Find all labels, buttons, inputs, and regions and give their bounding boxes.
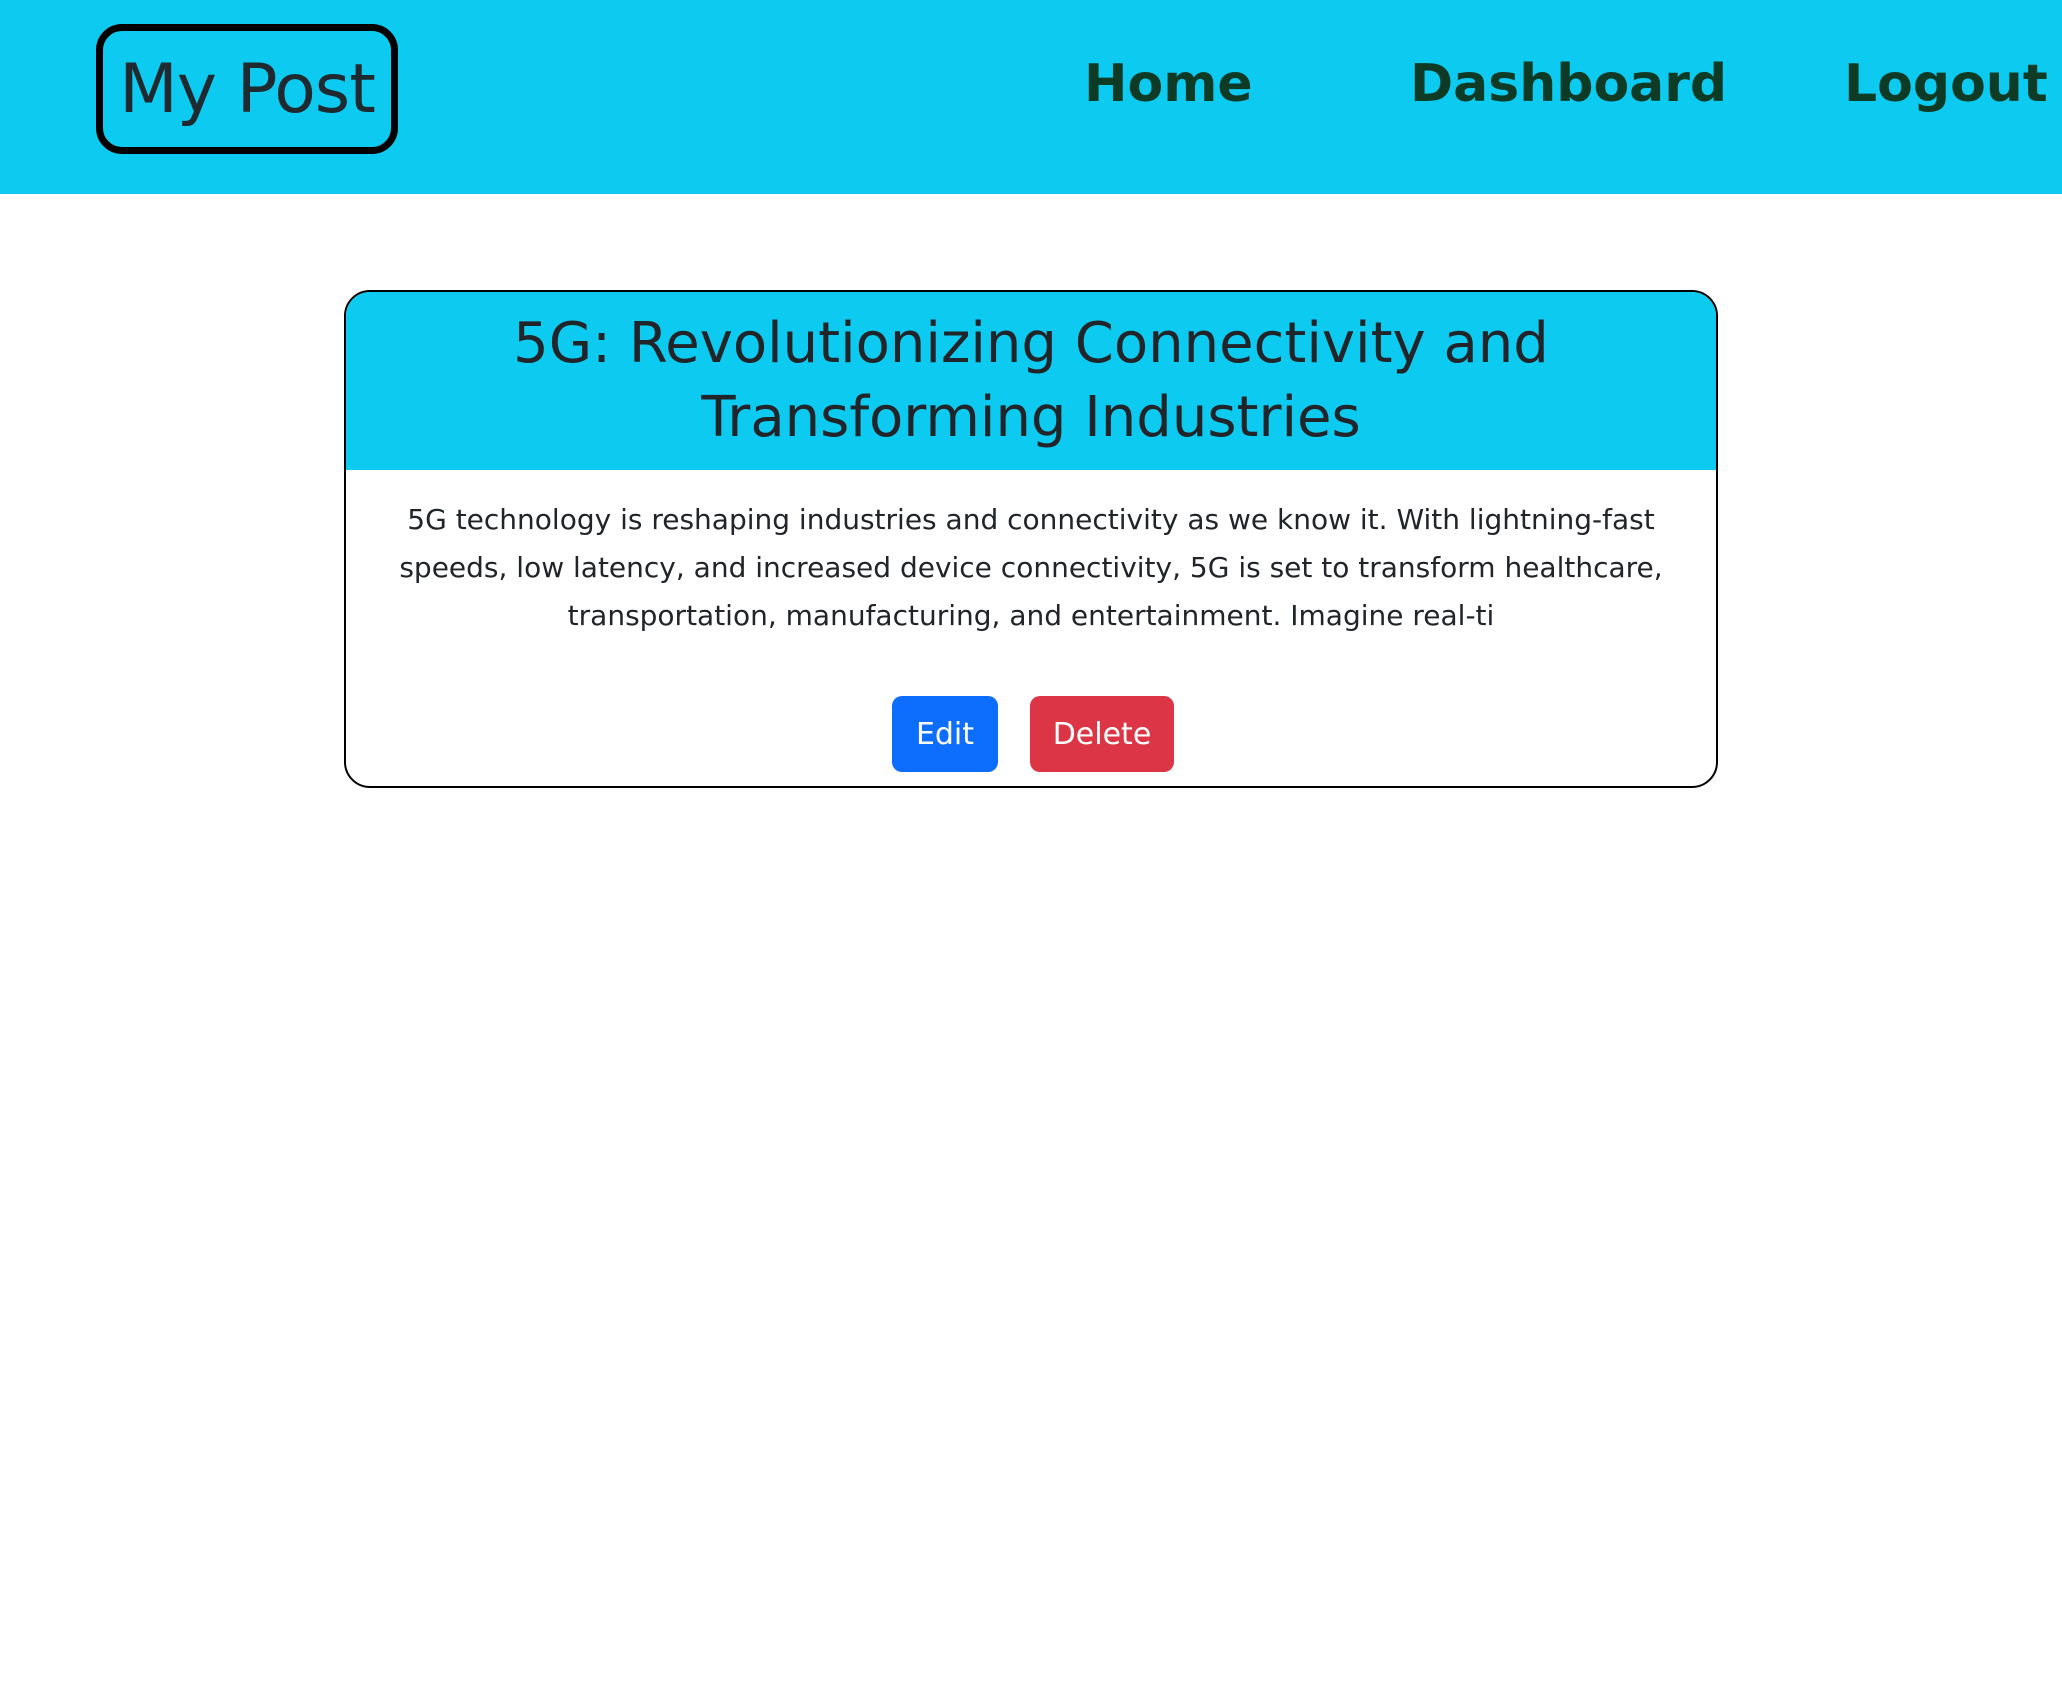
brand-logo[interactable]: My Post <box>96 24 398 154</box>
delete-button[interactable]: Delete <box>1030 696 1174 772</box>
edit-button[interactable]: Edit <box>892 696 998 772</box>
post-title: 5G: Revolutionizing Connectivity and Tra… <box>513 311 1549 450</box>
post-card: 5G: Revolutionizing Connectivity and Tra… <box>344 290 1718 788</box>
nav-link-dashboard[interactable]: Dashboard <box>1410 48 1727 120</box>
post-card-header: 5G: Revolutionizing Connectivity and Tra… <box>346 292 1716 470</box>
post-excerpt: 5G technology is reshaping industries an… <box>399 503 1663 632</box>
nav-link-logout[interactable]: Logout <box>1844 48 2048 120</box>
nav-link-home[interactable]: Home <box>1084 48 1253 120</box>
post-card-body: 5G technology is reshaping industries an… <box>346 470 1716 786</box>
top-navbar: My Post Home Dashboard Logout <box>0 0 2062 194</box>
